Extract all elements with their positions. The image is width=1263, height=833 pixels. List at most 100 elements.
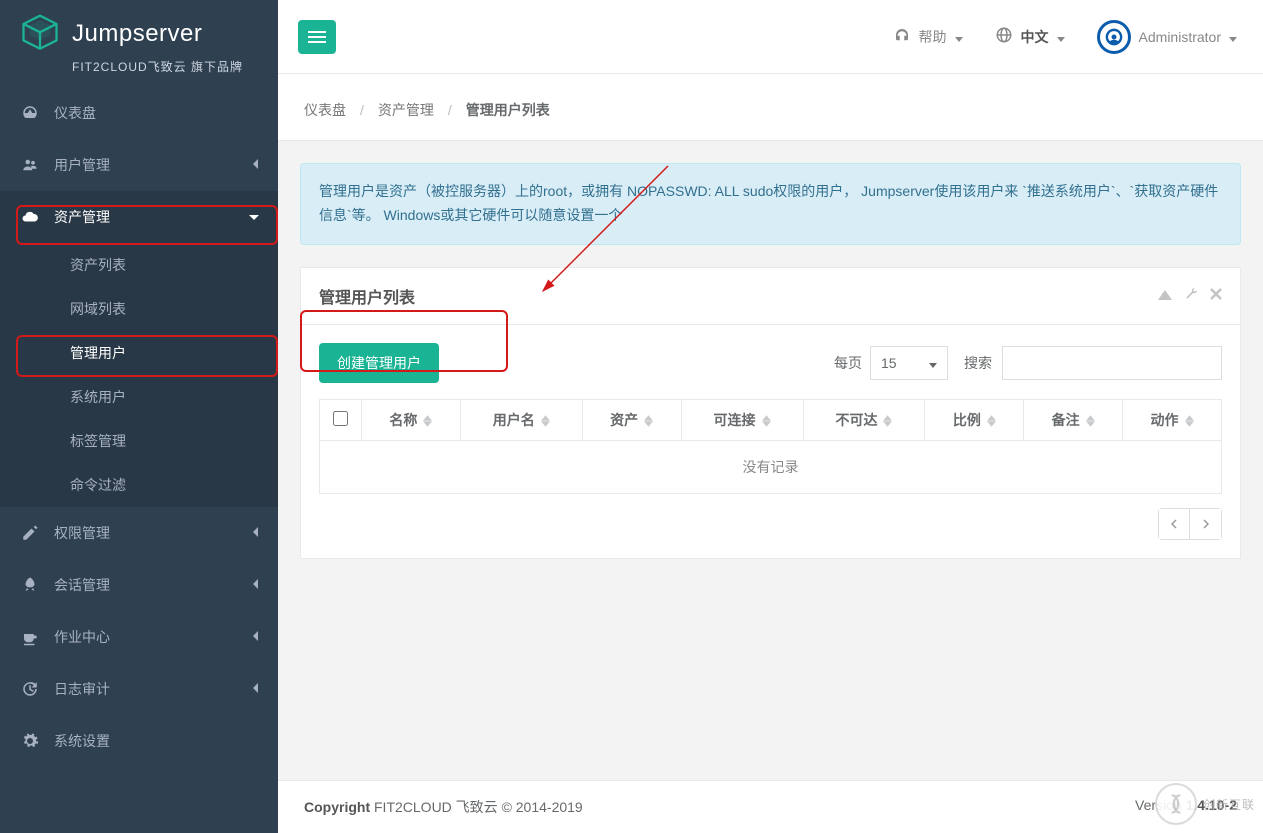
per-page-label: 每页 bbox=[834, 353, 862, 373]
create-admin-user-button[interactable]: 创建管理用户 bbox=[319, 343, 439, 383]
sidebar: Jumpserver FIT2CLOUD飞致云 旗下品牌 仪表盘 用户管理 资产… bbox=[0, 0, 278, 833]
sidebar-item-dashboard[interactable]: 仪表盘 bbox=[0, 87, 278, 139]
brand-name: Jumpserver bbox=[72, 20, 202, 48]
menu-toggle-button[interactable] bbox=[298, 20, 336, 54]
col-action[interactable]: 动作 bbox=[1123, 399, 1222, 440]
col-comment[interactable]: 备注 bbox=[1024, 399, 1123, 440]
main: 帮助 中文 Administrator 仪表盘 / 资产管理 / 管理用户列表 … bbox=[278, 0, 1263, 833]
sidebar-submenu-asset: 资产列表 网域列表 管理用户 系统用户 标签管理 命令过滤 bbox=[0, 243, 278, 507]
rocket-icon bbox=[20, 576, 40, 594]
per-page-control: 每页 15 bbox=[834, 346, 948, 380]
footer: Copyright FIT2CLOUD 飞致云 © 2014-2019 Vers… bbox=[278, 780, 1263, 833]
col-name[interactable]: 名称 bbox=[362, 399, 461, 440]
chevron-left-icon bbox=[252, 157, 260, 173]
sidebar-item-label: 作业中心 bbox=[54, 627, 110, 647]
sidebar-item-user-mgmt[interactable]: 用户管理 bbox=[0, 139, 278, 191]
breadcrumb-dashboard[interactable]: 仪表盘 bbox=[304, 100, 346, 120]
sidebar-sub-label: 命令过滤 bbox=[70, 477, 126, 493]
col-username[interactable]: 用户名 bbox=[460, 399, 582, 440]
sidebar-item-job-center[interactable]: 作业中心 bbox=[0, 611, 278, 663]
col-unreachable[interactable]: 不可达 bbox=[803, 399, 925, 440]
table-empty-row: 没有记录 bbox=[320, 440, 1222, 493]
sidebar-item-label: 权限管理 bbox=[54, 523, 110, 543]
sort-icon bbox=[644, 415, 653, 427]
logo-area: Jumpserver FIT2CLOUD飞致云 旗下品牌 bbox=[0, 0, 278, 87]
sidebar-sub-asset-list[interactable]: 资产列表 bbox=[0, 243, 278, 287]
per-page-value: 15 bbox=[881, 355, 897, 371]
logo-icon bbox=[18, 12, 62, 56]
col-label: 动作 bbox=[1151, 412, 1179, 428]
select-all-checkbox[interactable] bbox=[333, 411, 348, 426]
user-label: Administrator bbox=[1139, 29, 1221, 45]
page-next-button[interactable] bbox=[1190, 508, 1222, 540]
sidebar-sub-cmd-filter[interactable]: 命令过滤 bbox=[0, 463, 278, 507]
copyright-label: Copyright bbox=[304, 799, 370, 815]
caret-down-icon bbox=[1057, 29, 1065, 45]
sort-icon bbox=[423, 415, 432, 427]
language-dropdown[interactable]: 中文 bbox=[989, 20, 1071, 53]
col-label: 不可达 bbox=[835, 412, 877, 428]
chevron-left-icon bbox=[252, 577, 260, 593]
watermark-icon bbox=[1155, 783, 1197, 825]
chevron-left-icon bbox=[252, 629, 260, 645]
help-link[interactable]: 帮助 bbox=[887, 20, 969, 53]
sidebar-sub-system-user[interactable]: 系统用户 bbox=[0, 375, 278, 419]
breadcrumb: 仪表盘 / 资产管理 / 管理用户列表 bbox=[278, 74, 1263, 141]
info-box: 管理用户是资产（被控服务器）上的root，或拥有 NOPASSWD: ALL s… bbox=[300, 163, 1241, 245]
sidebar-sub-domain-list[interactable]: 网域列表 bbox=[0, 287, 278, 331]
pagination bbox=[319, 508, 1222, 540]
sidebar-item-perm-mgmt[interactable]: 权限管理 bbox=[0, 507, 278, 559]
sidebar-item-label: 系统设置 bbox=[54, 731, 110, 751]
collapse-icon[interactable] bbox=[1158, 287, 1172, 304]
sidebar-item-label: 日志审计 bbox=[54, 679, 110, 699]
per-page-select[interactable]: 15 bbox=[870, 346, 948, 380]
sidebar-item-label: 资产管理 bbox=[54, 207, 110, 227]
close-icon[interactable] bbox=[1210, 287, 1222, 304]
help-label: 帮助 bbox=[919, 27, 947, 47]
sort-icon bbox=[1185, 415, 1194, 427]
brand-tagline: FIT2CLOUD飞致云 旗下品牌 bbox=[72, 58, 260, 75]
caret-down-icon bbox=[929, 355, 937, 371]
col-label: 比例 bbox=[953, 412, 981, 428]
panel-title: 管理用户列表 bbox=[319, 284, 415, 308]
watermark-text: 创新互联 bbox=[1203, 796, 1255, 813]
sidebar-item-sys-settings[interactable]: 系统设置 bbox=[0, 715, 278, 767]
language-label: 中文 bbox=[1021, 27, 1049, 47]
panel-header: 管理用户列表 bbox=[301, 268, 1240, 325]
breadcrumb-asset-mgmt[interactable]: 资产管理 bbox=[378, 100, 434, 120]
panel: 管理用户列表 创建管理用户 每页 15 bbox=[300, 267, 1241, 559]
sort-icon bbox=[1086, 415, 1095, 427]
dashboard-icon bbox=[20, 104, 40, 122]
empty-message: 没有记录 bbox=[320, 440, 1222, 493]
col-checkbox bbox=[320, 399, 362, 440]
breadcrumb-current: 管理用户列表 bbox=[466, 100, 550, 120]
users-icon bbox=[20, 156, 40, 174]
sidebar-item-session-mgmt[interactable]: 会话管理 bbox=[0, 559, 278, 611]
col-label: 可连接 bbox=[714, 412, 756, 428]
sidebar-sub-label: 管理用户 bbox=[70, 345, 126, 361]
sidebar-item-log-audit[interactable]: 日志审计 bbox=[0, 663, 278, 715]
sidebar-sub-label-mgmt[interactable]: 标签管理 bbox=[0, 419, 278, 463]
admin-user-table: 名称 用户名 资产 可连接 不可达 比例 备注 动作 没有记录 bbox=[319, 399, 1222, 494]
breadcrumb-sep: / bbox=[448, 102, 452, 118]
sidebar-sub-label: 资产列表 bbox=[70, 257, 126, 273]
coffee-icon bbox=[20, 628, 40, 646]
col-reachable[interactable]: 可连接 bbox=[681, 399, 803, 440]
sort-icon bbox=[883, 415, 892, 427]
panel-body: 创建管理用户 每页 15 搜索 bbox=[301, 325, 1240, 558]
col-assets[interactable]: 资产 bbox=[582, 399, 681, 440]
col-ratio[interactable]: 比例 bbox=[925, 399, 1024, 440]
sidebar-sub-admin-user[interactable]: 管理用户 bbox=[0, 331, 278, 375]
chevron-left-icon bbox=[252, 525, 260, 541]
search-input[interactable] bbox=[1002, 346, 1222, 380]
user-menu[interactable]: Administrator bbox=[1091, 14, 1243, 60]
edit-icon bbox=[20, 524, 40, 542]
chevron-down-icon bbox=[248, 209, 260, 225]
search-label: 搜索 bbox=[964, 353, 992, 373]
page-prev-button[interactable] bbox=[1158, 508, 1190, 540]
panel-tools bbox=[1158, 287, 1222, 304]
wrench-icon[interactable] bbox=[1184, 287, 1198, 304]
sidebar-item-asset-mgmt[interactable]: 资产管理 bbox=[0, 191, 278, 243]
sidebar-item-label: 会话管理 bbox=[54, 575, 110, 595]
copyright-rest: FIT2CLOUD 飞致云 © 2014-2019 bbox=[370, 799, 583, 815]
